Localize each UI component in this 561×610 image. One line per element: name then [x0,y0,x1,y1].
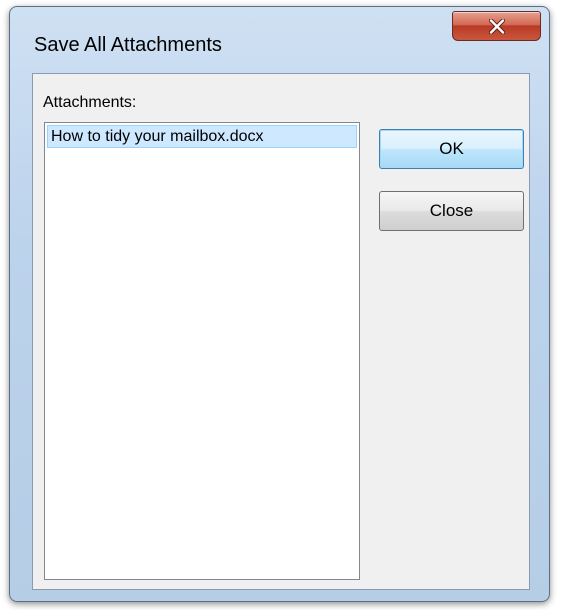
title-bar[interactable]: Save All Attachments [10,7,549,71]
attachments-label: Attachments: [43,94,137,111]
list-item-attachment[interactable]: How to tidy your mailbox.docx [47,125,357,148]
ok-button[interactable]: OK [379,129,524,169]
window-close-button[interactable] [452,11,541,41]
window-title: Save All Attachments [34,34,222,56]
dialog-body: Attachments: How to tidy your mailbox.do… [32,73,530,590]
save-attachments-dialog: Save All Attachments Attachments: How to… [9,6,550,602]
attachments-listbox[interactable]: How to tidy your mailbox.docx [44,122,360,580]
close-button[interactable]: Close [379,191,524,231]
close-x-icon [488,18,505,34]
